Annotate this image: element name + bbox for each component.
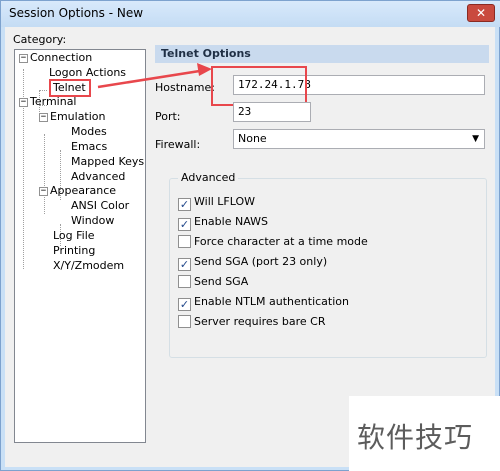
tree-item-terminal[interactable]: − Terminal bbox=[19, 95, 77, 109]
telnet-options-panel: Telnet Options Hostname: 172.24.1.78 Por… bbox=[155, 45, 489, 445]
firewall-select[interactable]: None ▼ bbox=[233, 129, 485, 149]
checkbox-label: Will LFLOW bbox=[194, 195, 256, 208]
collapse-icon[interactable]: − bbox=[19, 54, 28, 63]
checkbox-label: Enable NAWS bbox=[194, 215, 268, 228]
tree-item-connection[interactable]: − Connection bbox=[19, 51, 92, 65]
category-tree[interactable]: − Connection Logon Actions Telnet − Termin… bbox=[14, 49, 146, 443]
checkbox-label: Enable NTLM authentication bbox=[194, 295, 349, 308]
checkbox-label: Force character at a time mode bbox=[194, 235, 368, 248]
tree-label: Logon Actions bbox=[49, 66, 127, 79]
tree-label: Emulation bbox=[50, 110, 106, 123]
checkbox-row[interactable]: ✓ Send SGA (port 23 only) bbox=[178, 255, 328, 271]
tree-label: X/Y/Zmodem bbox=[53, 259, 125, 272]
checkbox-row[interactable]: ✓ Enable NAWS bbox=[178, 215, 268, 231]
close-button[interactable]: ✕ bbox=[467, 4, 495, 22]
tree-label: Advanced bbox=[71, 170, 126, 183]
firewall-label: Firewall: bbox=[155, 138, 201, 151]
checkbox-unchecked[interactable] bbox=[178, 315, 191, 328]
collapse-icon[interactable]: − bbox=[19, 98, 28, 107]
tree-label: Connection bbox=[30, 51, 93, 64]
tree-item-advanced[interactable]: Advanced bbox=[71, 170, 125, 184]
checkbox-label: Send SGA bbox=[194, 275, 249, 288]
tree-connector bbox=[39, 90, 47, 91]
tree-item-modes[interactable]: Modes bbox=[71, 125, 107, 139]
tree-item-emulation[interactable]: − Emulation bbox=[39, 110, 106, 124]
watermark-overlay: 软件技巧 bbox=[349, 396, 500, 471]
tree-label: Mapped Keys bbox=[71, 155, 145, 168]
tree-item-window[interactable]: Window bbox=[71, 214, 114, 228]
firewall-select-value: None bbox=[238, 132, 267, 145]
tree-item-emacs[interactable]: Emacs bbox=[71, 140, 107, 154]
tree-label: Emacs bbox=[71, 140, 108, 153]
checkbox-label: Server requires bare CR bbox=[194, 315, 326, 328]
port-input[interactable]: 23 bbox=[233, 102, 311, 122]
tree-label: Appearance bbox=[50, 184, 117, 197]
checkbox-unchecked[interactable] bbox=[178, 275, 191, 288]
panel-header: Telnet Options bbox=[155, 45, 489, 63]
port-label: Port: bbox=[155, 110, 181, 123]
checkbox-label: Send SGA (port 23 only) bbox=[194, 255, 328, 268]
tree-connector bbox=[44, 134, 45, 214]
checkbox-row[interactable]: ✓ Enable NTLM authentication bbox=[178, 295, 349, 311]
checkbox-row[interactable]: ✓ Will LFLOW bbox=[178, 195, 256, 211]
checkbox-checked[interactable]: ✓ bbox=[178, 198, 191, 211]
chevron-down-icon: ▼ bbox=[472, 134, 479, 144]
tree-item-log-file[interactable]: Log File bbox=[53, 229, 95, 243]
checkbox-checked[interactable]: ✓ bbox=[178, 258, 191, 271]
tree-item-printing[interactable]: Printing bbox=[53, 244, 95, 258]
tree-item-ansi-color[interactable]: ANSI Color bbox=[71, 199, 129, 213]
checkbox-unchecked[interactable] bbox=[178, 235, 191, 248]
tree-label: Modes bbox=[71, 125, 107, 138]
tree-item-mapped-keys[interactable]: Mapped Keys bbox=[71, 155, 144, 169]
checkbox-checked[interactable]: ✓ bbox=[178, 218, 191, 231]
checkbox-row[interactable]: Send SGA bbox=[178, 275, 248, 289]
window-title: Session Options - New bbox=[9, 6, 144, 20]
watermark-text: 软件技巧 bbox=[357, 421, 474, 454]
checkbox-row[interactable]: Force character at a time mode bbox=[178, 235, 368, 249]
tree-label: ANSI Color bbox=[71, 199, 130, 212]
title-bar[interactable]: Session Options - New ✕ bbox=[1, 1, 500, 27]
tree-label: Window bbox=[71, 214, 115, 227]
tree-item-appearance[interactable]: − Appearance bbox=[39, 184, 116, 198]
collapse-icon[interactable]: − bbox=[39, 113, 48, 122]
checkbox-row[interactable]: Server requires bare CR bbox=[178, 315, 326, 329]
tree-label: Terminal bbox=[30, 95, 77, 108]
category-label: Category: bbox=[13, 33, 67, 46]
tree-label: Printing bbox=[53, 244, 96, 257]
tree-item-logon-actions[interactable]: Logon Actions bbox=[49, 66, 126, 80]
hostname-highlight-box bbox=[211, 66, 307, 106]
hostname-label: Hostname: bbox=[155, 81, 215, 94]
collapse-icon[interactable]: − bbox=[39, 187, 48, 196]
tree-item-xyz-modem[interactable]: X/Y/Zmodem bbox=[53, 259, 124, 273]
advanced-group-title: Advanced bbox=[178, 171, 239, 184]
tree-label: Log File bbox=[53, 229, 95, 242]
checkbox-checked[interactable]: ✓ bbox=[178, 298, 191, 311]
advanced-groupbox: Advanced ✓ Will LFLOW ✓ Enable NAWS Force ch… bbox=[169, 171, 487, 358]
